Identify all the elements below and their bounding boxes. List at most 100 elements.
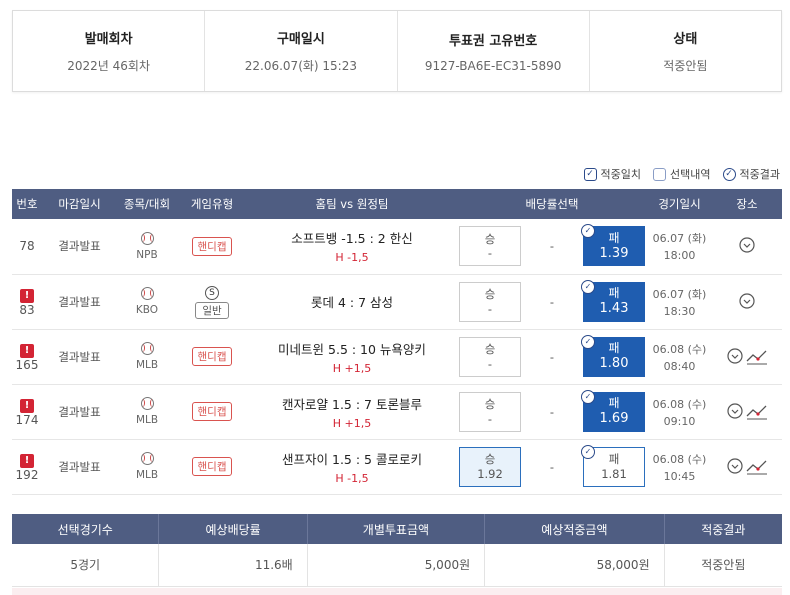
alert-icon: ! <box>20 288 34 303</box>
special-icon: S <box>205 286 219 300</box>
odds-value: 1.92 <box>477 466 503 481</box>
info-title: 구매일시 <box>276 32 325 47</box>
lose-odds-button[interactable]: ✓ 패 1.81 <box>581 444 645 487</box>
game-type-badge: 일반 <box>195 302 229 319</box>
match-score: 샌프자이 1.5 : 5 콜로로키 <box>282 451 422 467</box>
header-no: 번호 <box>12 189 42 219</box>
cell-sport: KBO <box>117 274 177 330</box>
baseball-icon <box>140 231 154 245</box>
trend-chart-icon[interactable] <box>746 404 768 420</box>
baseball-icon <box>140 342 154 355</box>
info-ticket-id: 투표권 고유번호 9127-BA6E-EC31-5890 <box>398 11 590 91</box>
check-circle-icon: ✓ <box>581 444 595 459</box>
cell-match: 소프트뱅 -1.5 : 2 한신 H -1,5 <box>247 219 457 275</box>
odds-label: 패 <box>608 340 620 355</box>
odds-label: 승 <box>484 287 496 302</box>
header-type: 게임유형 <box>177 189 247 219</box>
info-title: 발매회차 <box>84 32 133 47</box>
baseball-icon <box>140 452 154 465</box>
odds-label: 패 <box>608 452 620 467</box>
lose-odds-button[interactable]: ✓ 패 1.69 <box>581 389 645 432</box>
alert-icon: ! <box>20 398 34 413</box>
lose-odds-button[interactable]: ✓ 패 1.80 <box>581 334 645 377</box>
game-date: 06.07 (화) <box>652 232 707 246</box>
cell-no: ! 192 <box>12 439 42 495</box>
game-number: 165 <box>15 357 39 372</box>
cell-match: 미네트윈 5.5 : 10 뉴욕양키 H +1,5 <box>247 329 457 385</box>
game-time: 09:10 <box>663 414 696 428</box>
table-row[interactable]: ! 83 결과발표 KBO S 일반 롯데 4 : 7 삼성 승 - - ✓ 패… <box>12 274 782 330</box>
legend-hit-match: ✓ 적중일치 <box>583 166 642 182</box>
cell-type: 핸디캡 <box>177 439 247 495</box>
lose-odds-button[interactable]: ✓ 패 1.39 <box>581 224 645 267</box>
cell-odds: 승 - - ✓ 패 1.43 <box>457 274 647 330</box>
header-date: 경기일시 <box>647 189 712 219</box>
game-type-badge: 핸디캡 <box>191 347 233 366</box>
lose-odds-button[interactable]: ✓ 패 1.43 <box>581 279 645 322</box>
cell-place <box>712 274 782 330</box>
win-odds-button[interactable]: 승 - <box>459 391 521 432</box>
odds-label: 승 <box>484 452 496 467</box>
win-odds-button[interactable]: 승 - <box>459 281 521 322</box>
cell-place <box>712 329 782 385</box>
game-type-badge: 핸디캡 <box>191 236 233 256</box>
summary-header-expected: 예상적중금액 <box>484 514 665 544</box>
summary-row: 5경기 11.6배 5,000원 58,000원 적중안됨 <box>12 544 782 587</box>
check-circle-icon: ✓ <box>581 224 595 239</box>
match-score: 미네트윈 5.5 : 10 뉴욕양키 <box>278 341 426 357</box>
odds-value: 1.39 <box>599 245 629 261</box>
match-score: 캔자로얄 1.5 : 7 토론블루 <box>282 396 422 412</box>
summary-header-count: 선택경기수 <box>12 514 160 544</box>
cell-close: 결과발표 <box>42 219 117 275</box>
trend-chart-icon[interactable] <box>746 349 768 365</box>
win-odds-button[interactable]: 승 - <box>459 336 521 377</box>
handicap-text: H +1,5 <box>332 361 372 375</box>
map-pin-icon[interactable] <box>726 347 744 366</box>
header-match: 홈팀 vs 원정팀 <box>247 189 457 219</box>
cell-type: S 일반 <box>177 274 247 330</box>
summary-header-stake: 개별투표금액 <box>307 514 486 544</box>
odds-label: 패 <box>608 395 620 410</box>
table-row[interactable]: 78 결과발표 NPB 핸디캡 소프트뱅 -1.5 : 2 한신 H -1,5 … <box>12 219 782 275</box>
league-name: MLB <box>135 359 159 371</box>
win-odds-button[interactable]: 승 1.92 <box>459 446 521 487</box>
map-pin-icon[interactable] <box>726 457 744 476</box>
cell-no: ! 83 <box>12 274 42 330</box>
map-pin-icon[interactable] <box>738 237 756 255</box>
trend-chart-icon[interactable] <box>746 459 768 475</box>
summary-stake: 5,000원 <box>307 544 486 587</box>
cell-match: 캔자로얄 1.5 : 7 토론블루 H +1,5 <box>247 384 457 440</box>
cell-sport: NPB <box>117 219 177 275</box>
cell-odds: 승 - - ✓ 패 1.80 <box>457 329 647 385</box>
odds-value: 1.69 <box>599 410 629 426</box>
odds-label: 승 <box>484 231 496 246</box>
game-time: 08:40 <box>663 359 696 373</box>
cell-type: 핸디캡 <box>177 219 247 275</box>
table-row[interactable]: ! 174 결과발표 MLB 핸디캡 캔자로얄 1.5 : 7 토론블루 H +… <box>12 384 782 440</box>
cell-odds: 승 - - ✓ 패 1.69 <box>457 384 647 440</box>
cell-sport: MLB <box>117 439 177 495</box>
cell-close: 결과발표 <box>42 274 117 330</box>
league-name: MLB <box>135 414 159 426</box>
cell-odds: 승 1.92 - ✓ 패 1.81 <box>457 439 647 495</box>
odds-value: - <box>487 246 493 261</box>
cell-odds: 승 - - ✓ 패 1.39 <box>457 219 647 275</box>
cell-type: 핸디캡 <box>177 329 247 385</box>
odds-label: 승 <box>484 342 496 357</box>
odds-value: - <box>487 411 493 426</box>
baseball-icon <box>140 287 154 300</box>
legend-label: 적중일치 <box>600 168 642 181</box>
odds-label: 승 <box>484 397 496 412</box>
summary-expected: 58,000원 <box>484 544 665 587</box>
alert-icon: ! <box>20 453 34 468</box>
win-odds-button[interactable]: 승 - <box>459 226 521 267</box>
handicap-text: H -1,5 <box>335 251 369 265</box>
map-pin-icon[interactable] <box>726 402 744 421</box>
odds-value: - <box>487 301 493 316</box>
table-row[interactable]: ! 192 결과발표 MLB 핸디캡 샌프자이 1.5 : 5 콜로로키 H -… <box>12 439 782 495</box>
info-purchase-date: 구매일시 22.06.07(화) 15:23 <box>205 11 398 91</box>
map-pin-icon[interactable] <box>738 292 756 311</box>
table-row[interactable]: ! 165 결과발표 MLB 핸디캡 미네트윈 5.5 : 10 뉴욕양키 H … <box>12 329 782 385</box>
draw-odds: - <box>549 349 555 364</box>
league-name: NPB <box>136 248 158 261</box>
